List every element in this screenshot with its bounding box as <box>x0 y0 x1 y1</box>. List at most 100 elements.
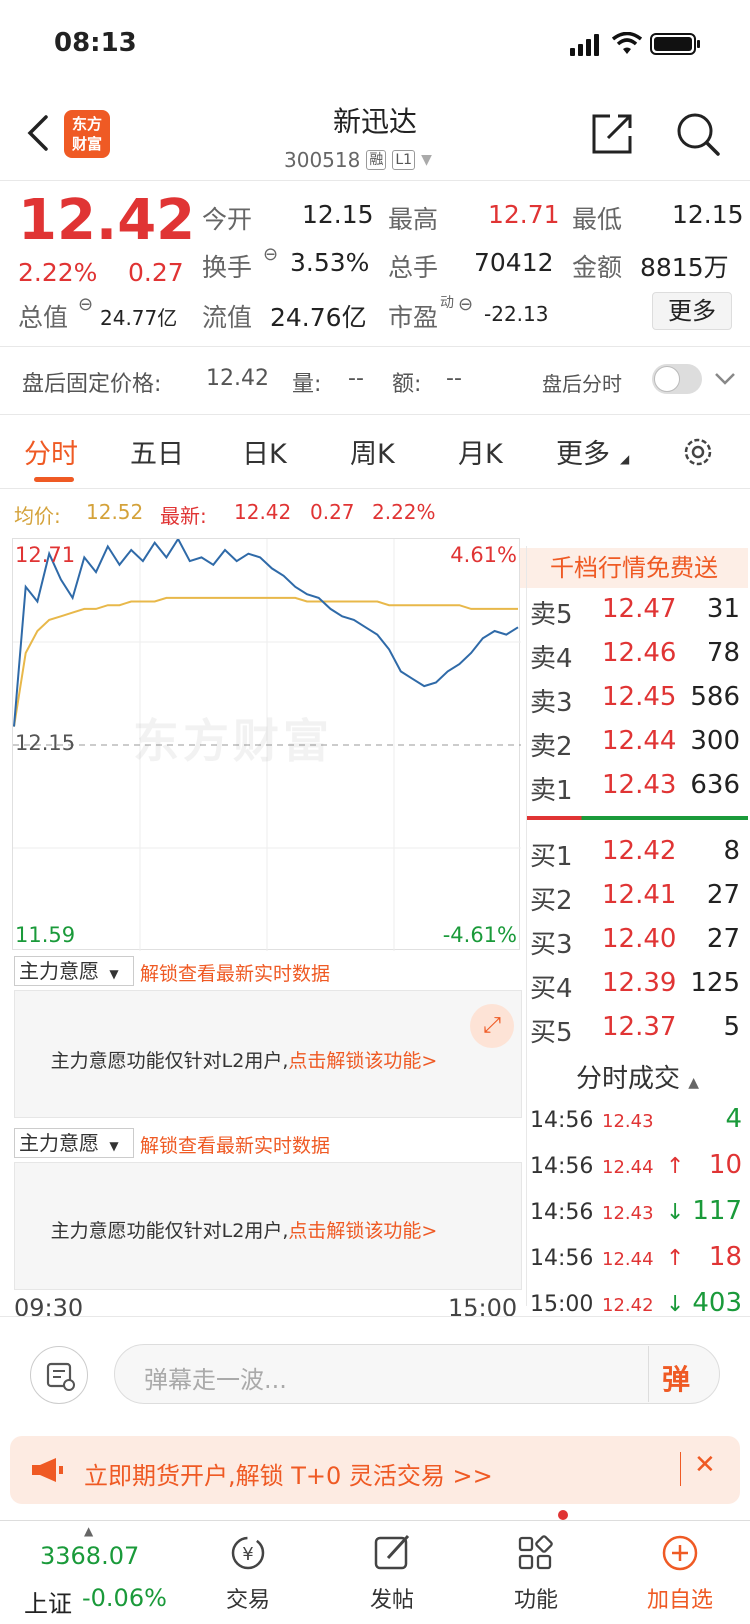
amount-label: 金额 <box>572 253 623 282</box>
ask-volume: 586 <box>690 682 740 712</box>
share-icon[interactable] <box>590 112 634 156</box>
trade-arrow-icon: ↓ <box>666 1292 685 1317</box>
bid-row[interactable]: 买5 12.37 5 <box>530 1012 740 1049</box>
low-label: 最低 <box>572 205 623 234</box>
ask-volume: 300 <box>690 726 740 756</box>
danmaku-settings-icon[interactable] <box>30 1346 88 1404</box>
indicator-message: 主力意愿功能仅针对L2用户,点击解锁该功能> <box>14 1046 474 1073</box>
caret-up-icon: ▲ <box>688 1075 700 1091</box>
bid-label: 买2 <box>530 886 573 916</box>
index-change[interactable]: -0.06% <box>82 1584 167 1612</box>
trade-price: 12.44 <box>602 1249 654 1270</box>
volume-value: 70412 <box>474 248 554 277</box>
bid-label: 买5 <box>530 1018 573 1048</box>
comment-placeholder: 弹幕走一波... <box>144 1366 287 1394</box>
stock-code-row[interactable]: 300518 融 L1 ▼ <box>284 148 432 172</box>
trade-price: 12.43 <box>602 1111 654 1132</box>
tab-five-day[interactable]: 五日 <box>130 432 184 471</box>
info-icon[interactable]: ⊖ <box>458 294 473 315</box>
add-watchlist-nav[interactable]: 加自选 <box>640 1532 720 1616</box>
open-value: 12.15 <box>302 200 374 229</box>
index-name[interactable]: 上证 <box>24 1584 72 1619</box>
order-book-promo[interactable]: 千档行情免费送 <box>520 548 748 588</box>
tab-monthly-k[interactable]: 月K <box>458 432 503 471</box>
unlock-feature-link[interactable]: 点击解锁该功能> <box>288 1220 437 1242</box>
tab-intraday[interactable]: 分时 <box>24 432 78 471</box>
info-icon[interactable]: ⊖ <box>78 294 93 315</box>
ask-price: 12.47 <box>602 594 677 624</box>
post-label: 发帖 <box>369 1588 414 1613</box>
tab-more[interactable]: 更多 <box>556 432 610 471</box>
margin-tag: 融 <box>366 150 387 170</box>
info-icon[interactable]: ⊖ <box>263 244 278 265</box>
trade-arrow-icon: ↑ <box>666 1154 685 1179</box>
megaphone-icon <box>32 1458 63 1482</box>
ask-price: 12.43 <box>602 770 677 800</box>
indicator-select[interactable]: 主力意愿 ▼ <box>14 956 134 986</box>
edit-icon <box>374 1534 410 1570</box>
after-hours-toggle[interactable] <box>652 364 702 394</box>
unlock-data-link[interactable]: 解锁查看最新实时数据 <box>140 1131 330 1158</box>
after-hours-amt-label: 额: <box>392 372 422 397</box>
trade-row: 14:56 12.44 ↑ 10 <box>530 1150 742 1180</box>
ask-volume: 78 <box>706 638 740 668</box>
high-value: 12.71 <box>488 200 560 229</box>
bid-row[interactable]: 买1 12.42 8 <box>530 836 740 873</box>
trade-time: 15:00 <box>530 1292 594 1317</box>
index-value[interactable]: 3368.07 <box>40 1542 139 1570</box>
tab-daily-k[interactable]: 日K <box>242 432 287 471</box>
ask-label: 卖2 <box>530 732 573 762</box>
ask-volume: 636 <box>690 770 740 800</box>
trade-price: 12.43 <box>602 1203 654 1224</box>
add-watchlist-label: 加自选 <box>646 1588 713 1613</box>
bid-volume: 125 <box>690 968 740 998</box>
ask-row[interactable]: 卖3 12.45 586 <box>530 682 740 719</box>
danmaku-button[interactable]: 弹 <box>662 1358 690 1398</box>
bid-price: 12.37 <box>602 1012 677 1042</box>
ask-row[interactable]: 卖4 12.46 78 <box>530 638 740 675</box>
pe-superscript: 动 <box>440 295 454 311</box>
chevron-down-icon: ▼ <box>421 152 432 168</box>
ask-row[interactable]: 卖2 12.44 300 <box>530 726 740 763</box>
unlock-data-link[interactable]: 解锁查看最新实时数据 <box>140 959 330 986</box>
bid-row[interactable]: 买4 12.39 125 <box>530 968 740 1005</box>
expand-icon[interactable]: ⤢ <box>470 1004 514 1048</box>
status-time: 08:13 <box>54 28 137 58</box>
caret-icon: ◢ <box>620 452 630 466</box>
function-nav[interactable]: 功能 <box>506 1532 566 1616</box>
tab-weekly-k[interactable]: 周K <box>350 432 395 471</box>
ask-label: 卖4 <box>530 644 573 674</box>
trades-title[interactable]: 分时成交 ▲ <box>576 1058 699 1095</box>
wifi-icon <box>612 32 642 54</box>
plus-circle-icon <box>662 1535 698 1571</box>
post-nav[interactable]: 发帖 <box>362 1532 422 1616</box>
gear-icon[interactable] <box>680 434 716 470</box>
search-icon[interactable] <box>676 112 720 156</box>
latest-change: 0.27 <box>310 500 355 524</box>
close-icon[interactable]: ✕ <box>694 1450 716 1480</box>
avg-price-label: 均价: <box>14 504 61 528</box>
intraday-chart[interactable]: 东方财富 12.71 12.15 11.59 4.61% -4.61% <box>12 538 521 951</box>
x-end-label: 15:00 <box>448 1294 518 1322</box>
bid-volume: 27 <box>706 924 740 954</box>
trades-title-text: 分时成交 <box>576 1064 681 1094</box>
stock-code: 300518 <box>284 148 361 172</box>
bid-price: 12.39 <box>602 968 677 998</box>
ask-label: 卖5 <box>530 600 573 630</box>
chevron-down-icon[interactable] <box>714 372 736 386</box>
bid-row[interactable]: 买2 12.41 27 <box>530 880 740 917</box>
ask-row[interactable]: 卖1 12.43 636 <box>530 770 740 807</box>
trade-nav[interactable]: ¥ 交易 <box>218 1532 278 1616</box>
market-cap-value: 24.77亿 <box>100 306 178 330</box>
more-button[interactable]: 更多 <box>652 292 732 330</box>
bid-row[interactable]: 买3 12.40 27 <box>530 924 740 961</box>
indicator-select[interactable]: 主力意愿 ▼ <box>14 1128 134 1158</box>
y-min-label: 11.59 <box>15 923 76 947</box>
caret-down-icon: ▼ <box>109 1139 119 1153</box>
change-amount: 0.27 <box>128 258 184 287</box>
trade-time: 14:56 <box>530 1108 594 1133</box>
unlock-feature-link[interactable]: 点击解锁该功能> <box>288 1050 437 1072</box>
ask-row[interactable]: 卖5 12.47 31 <box>530 594 740 631</box>
trade-row: 14:56 12.44 ↑ 18 <box>530 1242 742 1272</box>
price-line <box>13 539 519 727</box>
